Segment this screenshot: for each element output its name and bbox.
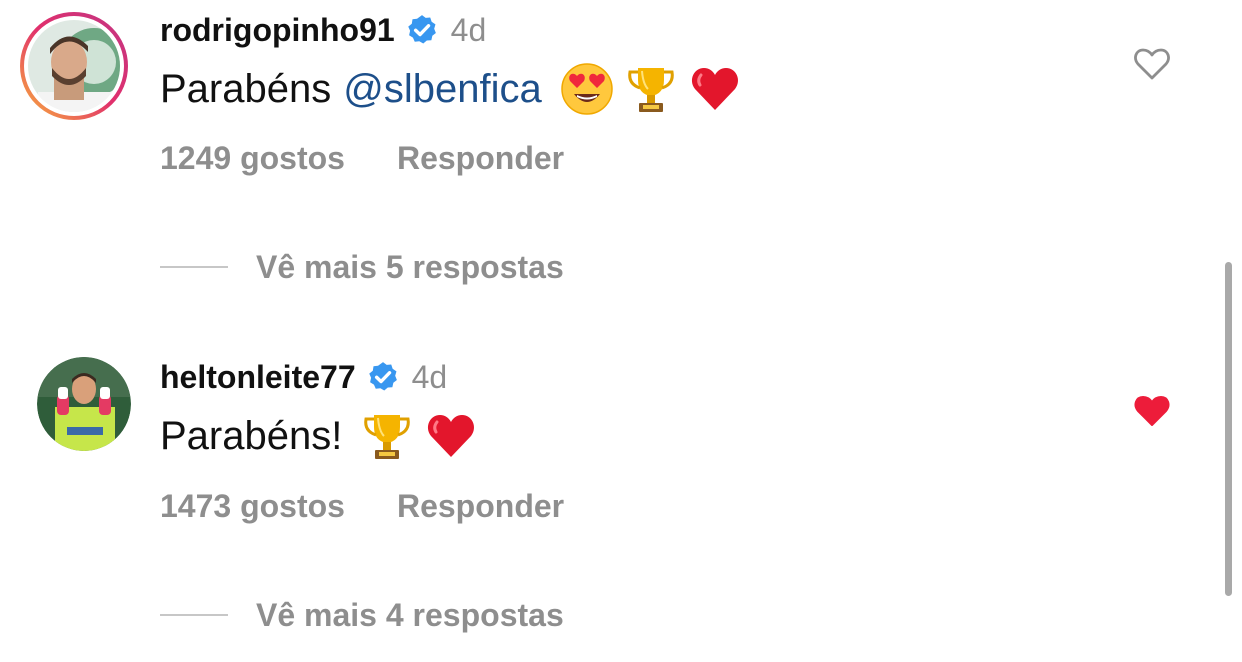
emoji-group: [360, 409, 478, 463]
heart-eyes-emoji-icon: [560, 62, 614, 116]
trophy-emoji-icon: [624, 62, 678, 116]
avatar[interactable]: [37, 357, 131, 451]
replies-divider-line: [160, 266, 228, 268]
comment-text: Parabéns @slbenfica: [160, 61, 742, 117]
reply-button[interactable]: Responder: [397, 140, 564, 177]
likes-count[interactable]: 1249 gostos: [160, 140, 345, 177]
trophy-emoji-icon: [360, 409, 414, 463]
reply-button[interactable]: Responder: [397, 488, 564, 525]
verified-badge-icon: [366, 360, 400, 394]
scrollbar[interactable]: [1225, 262, 1232, 596]
view-more-replies-label: Vê mais 5 respostas: [256, 248, 564, 285]
red-heart-emoji-icon: [688, 62, 742, 116]
username[interactable]: heltonleite77: [160, 359, 356, 396]
username-row: heltonleite77 4d: [160, 357, 447, 397]
like-heart-outline-icon[interactable]: [1132, 44, 1172, 84]
red-heart-emoji-icon: [424, 409, 478, 463]
timestamp: 4d: [411, 358, 448, 395]
comment-meta: 1473 gostos Responder: [160, 486, 564, 526]
comment-meta: 1249 gostos Responder: [160, 138, 564, 178]
view-more-replies-button[interactable]: Vê mais 4 respostas: [160, 595, 564, 635]
view-more-replies-label: Vê mais 4 respostas: [256, 596, 564, 633]
username[interactable]: rodrigopinho91: [160, 12, 395, 49]
replies-divider-line: [160, 614, 228, 616]
likes-count[interactable]: 1473 gostos: [160, 488, 345, 525]
comment-text: Parabéns!: [160, 408, 478, 464]
mention-link[interactable]: @slbenfica: [343, 67, 541, 112]
like-heart-filled-icon[interactable]: [1132, 391, 1172, 431]
comment-body: Parabéns: [160, 66, 332, 111]
view-more-replies-button[interactable]: Vê mais 5 respostas: [160, 247, 564, 287]
timestamp: 4d: [450, 11, 487, 48]
comments-screen: rodrigopinho91 4d Parabéns @slbenfica 12…: [0, 0, 1242, 662]
emoji-group: [560, 62, 742, 116]
avatar[interactable]: [18, 10, 130, 122]
comment-body: Parabéns!: [160, 413, 343, 458]
username-row: rodrigopinho91 4d: [160, 10, 486, 50]
verified-badge-icon: [405, 13, 439, 47]
